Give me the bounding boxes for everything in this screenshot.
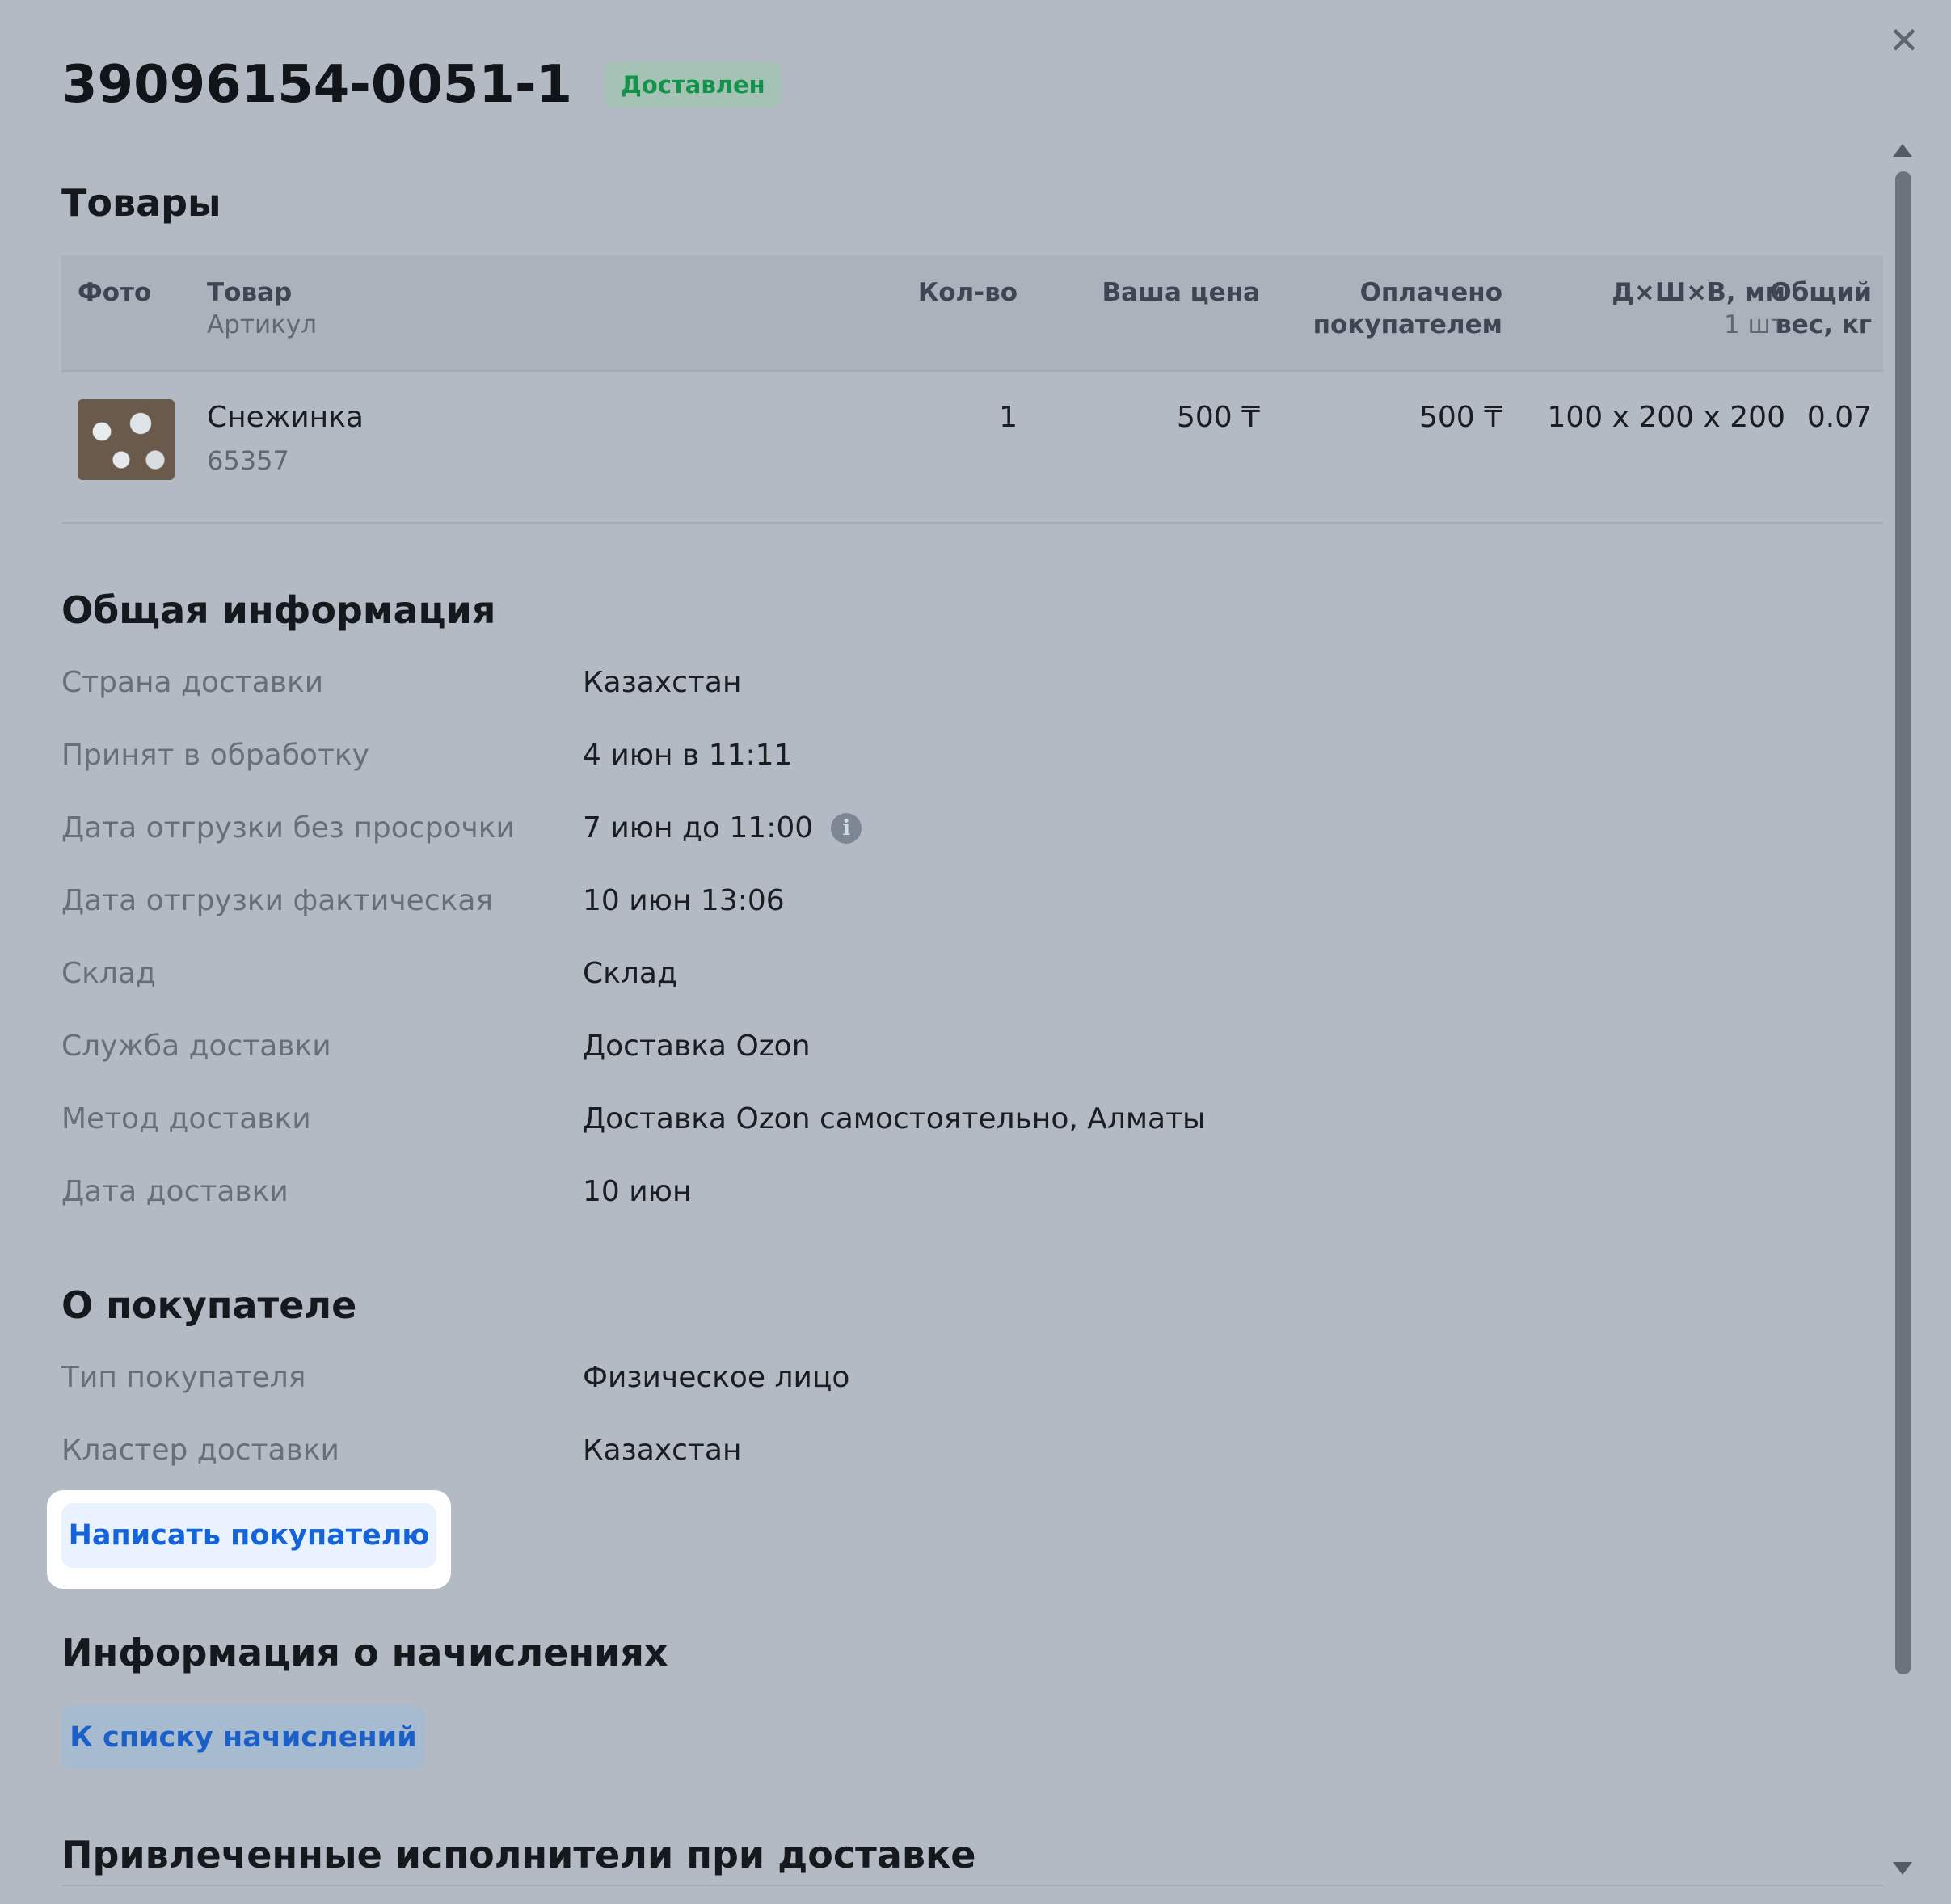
col-qty: Кол-во	[917, 278, 1018, 307]
write-buyer-highlight: Написать покупателю	[47, 1490, 451, 1589]
info-value-with-icon: 7 июн до 11:00 i	[583, 811, 862, 845]
contractors-section-title: Привлеченные исполнители при доставке	[61, 1833, 976, 1877]
col-dims: Д×Ш×В, мм 1 шт	[1612, 276, 1785, 341]
scrollbar-thumb[interactable]	[1895, 171, 1911, 1674]
col-weight-line2: вес, кг	[1776, 310, 1872, 339]
info-label: Дата отгрузки без просрочки	[61, 811, 515, 845]
info-value: 7 июн до 11:00	[583, 811, 814, 845]
info-value: Физическое лицо	[583, 1361, 850, 1394]
product-your-price: 500 ₸	[1176, 401, 1260, 434]
close-icon[interactable]: ✕	[1885, 21, 1924, 60]
info-row-ship-deadline: Дата отгрузки без просрочки 7 июн до 11:…	[61, 811, 1516, 860]
product-weight: 0.07	[1806, 401, 1872, 434]
info-label: Дата доставки	[61, 1175, 289, 1208]
product-photo[interactable]	[78, 399, 175, 480]
product-article: 65357	[207, 445, 289, 476]
status-badge: Доставлен	[605, 62, 782, 107]
title-row: 39096154-0051-1 Доставлен	[61, 48, 782, 121]
info-value: Склад	[583, 957, 677, 990]
info-label: Принят в обработку	[61, 739, 369, 772]
info-label: Метод доставки	[61, 1102, 311, 1135]
product-paid: 500 ₸	[1418, 401, 1502, 434]
product-cell: Снежинка 65357	[207, 401, 364, 476]
info-label: Служба доставки	[61, 1030, 331, 1063]
info-value: Доставка Ozon самостоятельно, Алматы	[583, 1102, 1206, 1135]
info-row-delivery-method: Метод доставки Доставка Ozon самостоятел…	[61, 1102, 1516, 1151]
info-row-buyer-type: Тип покупателя Физическое лицо	[61, 1361, 1516, 1409]
info-label: Кластер доставки	[61, 1434, 339, 1467]
info-row-delivery-service: Служба доставки Доставка Ozon	[61, 1030, 1516, 1078]
col-article-label: Артикул	[207, 310, 317, 339]
modal-content[interactable]: Товары Фото Товар Артикул Кол-во Ваша це…	[0, 129, 1883, 1904]
col-weight-line1: Общий	[1770, 278, 1872, 307]
scroll-up-arrow-icon[interactable]	[1893, 144, 1912, 157]
accruals-section-title: Информация о начислениях	[61, 1631, 668, 1674]
info-value: 4 июн в 11:11	[583, 739, 793, 772]
info-value: 10 июн 13:06	[583, 884, 785, 917]
divider	[61, 1885, 1883, 1886]
info-value: Казахстан	[583, 666, 742, 699]
info-row-ship-actual: Дата отгрузки фактическая 10 июн 13:06	[61, 884, 1516, 933]
accruals-list-button[interactable]: К списку начислений	[61, 1705, 425, 1770]
info-value: Доставка Ozon	[583, 1030, 811, 1063]
info-row-country: Страна доставки Казахстан	[61, 666, 1516, 714]
product-name[interactable]: Снежинка	[207, 401, 364, 434]
col-photo: Фото	[78, 278, 152, 307]
info-value: Казахстан	[583, 1434, 742, 1467]
col-paid-line2: покупателем	[1313, 310, 1502, 339]
col-dims-label: Д×Ш×В, мм	[1612, 278, 1785, 307]
table-header: Фото Товар Артикул Кол-во Ваша цена Опла…	[61, 255, 1883, 370]
general-info-title: Общая информация	[61, 588, 496, 632]
scroll-down-arrow-icon[interactable]	[1893, 1862, 1912, 1875]
info-label: Тип покупателя	[61, 1361, 306, 1394]
info-row-accepted: Принят в обработку 4 июн в 11:11	[61, 739, 1516, 787]
col-your-price: Ваша цена	[1102, 278, 1260, 307]
order-details-modal: ✕ 39096154-0051-1 Доставлен Товары Фото …	[0, 0, 1951, 1904]
buyer-section-title: О покупателе	[61, 1283, 357, 1327]
col-dims-unit: 1 шт	[1723, 310, 1785, 339]
product-dims: 100 x 200 x 200	[1547, 401, 1785, 434]
info-row-warehouse: Склад Склад	[61, 957, 1516, 1005]
col-weight: Общий вес, кг	[1770, 276, 1872, 341]
col-paid: Оплачено покупателем	[1313, 276, 1502, 341]
info-value: 10 июн	[583, 1175, 692, 1208]
table-row: Снежинка 65357 1 500 ₸ 500 ₸ 100 x 200 x…	[61, 370, 1883, 524]
info-label: Дата отгрузки фактическая	[61, 884, 494, 917]
info-label: Страна доставки	[61, 666, 324, 699]
products-section-title: Товары	[61, 181, 221, 225]
product-qty: 1	[999, 401, 1018, 434]
info-row-delivery-cluster: Кластер доставки Казахстан	[61, 1434, 1516, 1482]
col-product-label: Товар	[207, 278, 293, 307]
info-icon[interactable]: i	[831, 812, 862, 844]
col-paid-line1: Оплачено	[1359, 278, 1502, 307]
info-row-delivery-date: Дата доставки 10 июн	[61, 1175, 1516, 1224]
col-product: Товар Артикул	[207, 276, 317, 341]
info-label: Склад	[61, 957, 156, 990]
write-buyer-button[interactable]: Написать покупателю	[61, 1503, 436, 1568]
order-number: 39096154-0051-1	[61, 55, 573, 115]
products-table: Фото Товар Артикул Кол-во Ваша цена Опла…	[61, 255, 1883, 524]
